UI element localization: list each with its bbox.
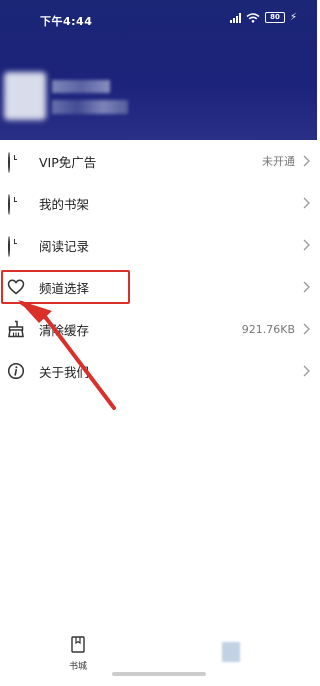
chevron-right-icon xyxy=(303,197,310,209)
charging-icon: ⚡ xyxy=(289,12,297,23)
menu-item-label: 阅读记录 xyxy=(39,238,90,254)
wifi-icon xyxy=(246,12,260,23)
menu-item-about-us[interactable]: 关于我们 xyxy=(0,350,317,392)
menu-item-reading-history[interactable]: 阅读记录 xyxy=(0,224,317,266)
bottom-navigation: 书城 xyxy=(0,630,317,686)
menu-item-value: 921.76KB xyxy=(241,322,295,336)
chevron-right-icon xyxy=(303,155,310,167)
signal-icon xyxy=(229,12,241,23)
battery-icon: 80 xyxy=(264,12,285,23)
book-icon xyxy=(71,636,85,653)
status-icons: 80 ⚡ xyxy=(229,12,297,23)
user-id-blurred xyxy=(52,100,128,114)
nav-bookstore[interactable]: 书城 xyxy=(62,636,94,678)
clock-icon xyxy=(7,194,25,215)
clock-icon xyxy=(7,236,25,257)
broom-icon xyxy=(8,320,24,338)
clock-icon xyxy=(7,152,25,173)
chevron-right-icon xyxy=(303,323,310,335)
settings-menu: VIP免广告 未开通 我的书架 阅读记录 频道选择 清除缓存 921.76KB xyxy=(0,140,317,392)
annotation-highlight-box xyxy=(1,270,130,304)
menu-item-vip[interactable]: VIP免广告 未开通 xyxy=(0,140,317,182)
status-time: 下午4:44 xyxy=(40,15,93,28)
profile-header: 下午4:44 80 ⚡ xyxy=(0,0,317,140)
home-indicator xyxy=(112,672,206,676)
menu-item-bookshelf[interactable]: 我的书架 xyxy=(0,182,317,224)
avatar[interactable] xyxy=(4,72,46,120)
menu-item-clear-cache[interactable]: 清除缓存 921.76KB xyxy=(0,308,317,350)
chevron-right-icon xyxy=(303,281,310,293)
chevron-right-icon xyxy=(303,239,310,251)
chevron-right-icon xyxy=(303,365,310,377)
menu-item-label: 清除缓存 xyxy=(39,322,90,338)
username-blurred xyxy=(52,80,110,93)
menu-item-label: VIP免广告 xyxy=(39,154,97,170)
nav-bookstore-label: 书城 xyxy=(68,662,87,672)
nav-item-blurred[interactable] xyxy=(222,642,240,662)
menu-item-label: 我的书架 xyxy=(39,196,90,212)
status-bar: 下午4:44 80 ⚡ xyxy=(0,0,317,36)
menu-item-value: 未开通 xyxy=(262,155,295,168)
info-icon xyxy=(7,362,25,380)
menu-item-label: 关于我们 xyxy=(39,364,90,380)
